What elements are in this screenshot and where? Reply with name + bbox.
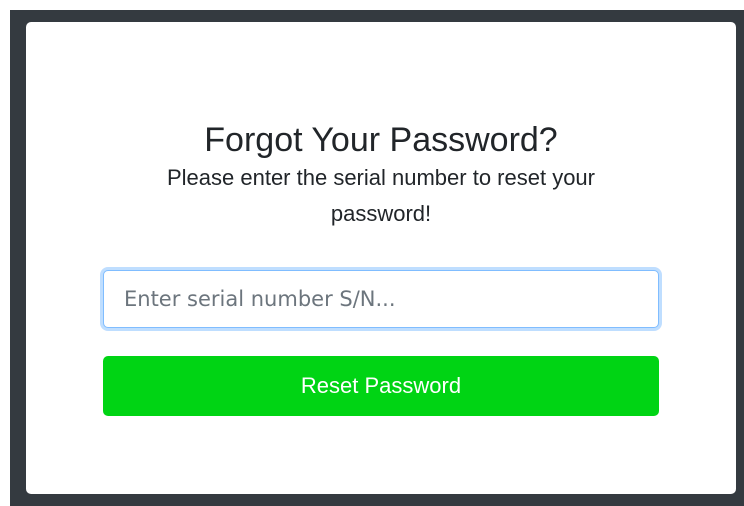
- forgot-password-dialog: Forgot Your Password? Please enter the s…: [26, 22, 736, 494]
- reset-password-button[interactable]: Reset Password: [103, 356, 659, 416]
- dialog-message: Please enter the serial number to reset …: [166, 165, 595, 226]
- serial-number-input[interactable]: [103, 270, 659, 328]
- dialog-title: Forgot Your Password?: [204, 121, 558, 159]
